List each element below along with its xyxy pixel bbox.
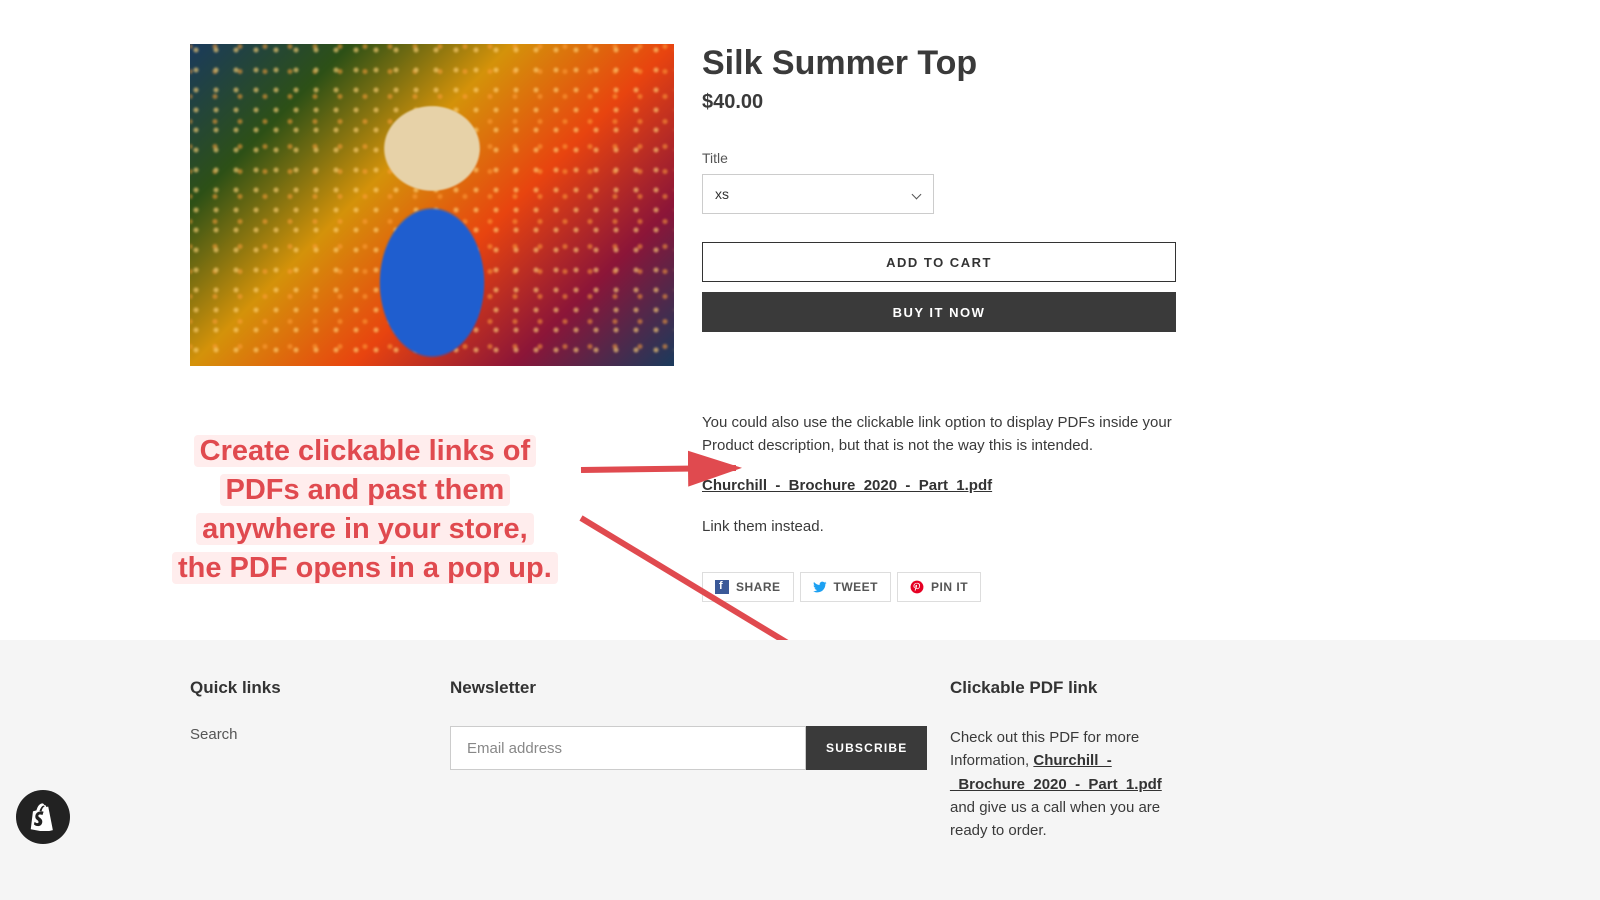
subscribe-button[interactable]: SUBSCRIBE	[806, 726, 927, 770]
description-text: You could also use the clickable link op…	[702, 412, 1182, 457]
footer: Quick links Search Newsletter SUBSCRIBE …	[0, 640, 1600, 900]
variant-label: Title	[702, 150, 1410, 166]
callout-line: anywhere in your store,	[196, 513, 534, 545]
product-title: Silk Summer Top	[702, 44, 1410, 83]
footer-pdf-text: Check out this PDF for more Information,…	[950, 726, 1190, 842]
footer-col-newsletter: Newsletter SUBSCRIBE	[450, 678, 950, 842]
newsletter-heading: Newsletter	[450, 678, 950, 698]
variant-select[interactable]: xs	[702, 174, 934, 214]
product-image[interactable]	[190, 44, 674, 366]
footer-col-pdf: Clickable PDF link Check out this PDF fo…	[950, 678, 1410, 842]
quick-links-heading: Quick links	[190, 678, 450, 698]
share-twitter-label: TWEET	[834, 580, 879, 594]
email-input[interactable]	[450, 726, 806, 770]
callout-line: Create clickable links of	[194, 435, 536, 467]
share-row: SHARE TWEET PIN IT	[702, 572, 1410, 602]
footer-pdf-after: and give us a call when you are ready to…	[950, 799, 1160, 839]
add-to-cart-button[interactable]: ADD TO CART	[702, 242, 1176, 282]
product-details: Silk Summer Top $40.00 Title xs ADD TO C…	[702, 44, 1410, 602]
shopify-badge-icon[interactable]	[16, 790, 70, 844]
buy-it-now-button[interactable]: BUY IT NOW	[702, 292, 1176, 332]
share-facebook-label: SHARE	[736, 580, 781, 594]
share-twitter-button[interactable]: TWEET	[800, 572, 892, 602]
pdf-link[interactable]: Churchill_-_Brochure_2020_-_Part_1.pdf	[702, 477, 992, 494]
annotation-callout: Create clickable links of PDFs and past …	[172, 432, 558, 589]
share-facebook-button[interactable]: SHARE	[702, 572, 794, 602]
callout-line: the PDF opens in a pop up.	[172, 552, 558, 584]
share-pinterest-button[interactable]: PIN IT	[897, 572, 981, 602]
product-price: $40.00	[702, 91, 1410, 114]
search-link[interactable]: Search	[190, 726, 238, 743]
footer-col-quicklinks: Quick links Search	[190, 678, 450, 842]
share-pinterest-label: PIN IT	[931, 580, 968, 594]
twitter-icon	[813, 580, 827, 594]
facebook-icon	[715, 580, 729, 594]
pinterest-icon	[910, 580, 924, 594]
variant-select-wrap: xs	[702, 174, 934, 214]
description-text-2: Link them instead.	[702, 516, 1182, 539]
product-description: You could also use the clickable link op…	[702, 412, 1182, 538]
callout-line: PDFs and past them	[220, 474, 511, 506]
footer-pdf-heading: Clickable PDF link	[950, 678, 1410, 698]
